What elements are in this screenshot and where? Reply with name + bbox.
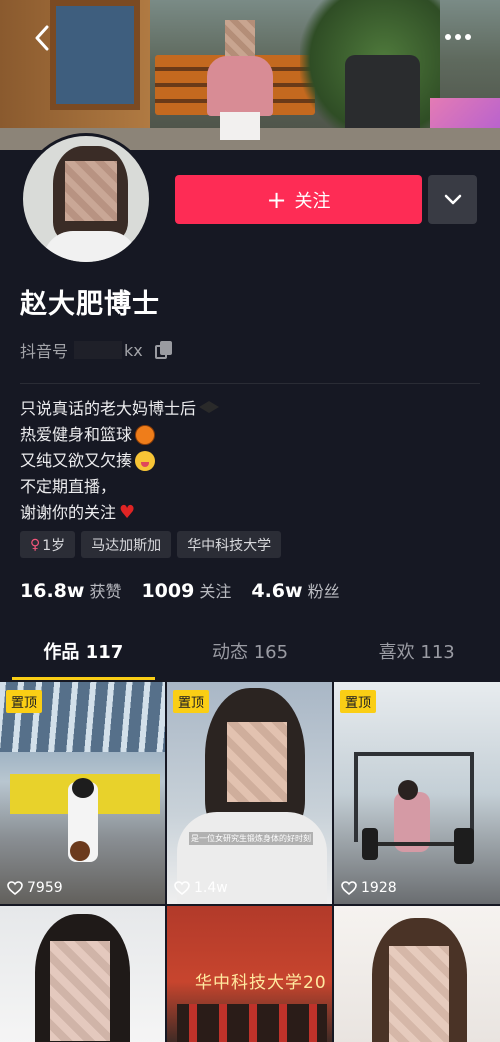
video-thumbnail[interactable]: 置顶 1928 — [334, 682, 500, 904]
tag-location-label: 马达加斯加 — [91, 537, 162, 554]
tag-gender-age: ♀ 1岁 — [20, 531, 76, 558]
cover-shop-door — [50, 0, 140, 110]
video-grid: 置顶 7959 是一位女研究生锻炼身体的好时刻 置顶 1.4w 置顶 1928 — [0, 682, 500, 1042]
thumbnail-blurred-face — [50, 941, 110, 1041]
video-caption: 是一位女研究生锻炼身体的好时刻 — [189, 832, 313, 845]
follow-button[interactable]: + 关注 — [175, 175, 422, 224]
thumbnail-blurred-face — [389, 946, 449, 1042]
chevron-left-icon — [35, 25, 49, 51]
douyin-id: 抖音号 kx — [20, 338, 173, 362]
stat-likes-number: 16.8w — [20, 580, 85, 602]
content-tabs: 作品 117 动态 165 喜欢 113 — [0, 622, 500, 680]
heart-icon: ♥ — [119, 502, 136, 523]
avatar[interactable] — [20, 133, 152, 265]
pinned-badge: 置顶 — [340, 690, 377, 713]
graduation-cap-icon — [199, 401, 220, 413]
bio-line: 又纯又欲又欠揍 — [20, 448, 219, 474]
avatar-coat — [43, 231, 138, 262]
thumbnail-plate — [362, 828, 378, 860]
copy-icon[interactable] — [154, 341, 173, 359]
stat-following-label: 关注 — [199, 582, 232, 601]
yum-face-icon — [135, 451, 156, 471]
tag-school[interactable]: 华中科技大学 — [177, 531, 282, 558]
tag-age-label: 1岁 — [42, 537, 66, 554]
divider — [20, 383, 480, 384]
more-button[interactable] — [438, 22, 478, 52]
thumbnail-crowd — [177, 1004, 327, 1042]
more-dots-icon — [445, 34, 471, 40]
bio-text: 只说真话的老大妈博士后 — [20, 399, 197, 418]
stat-following[interactable]: 1009 关注 — [141, 578, 231, 602]
bio-text: 又纯又欲又欠揍 — [20, 451, 133, 470]
cover-chair — [345, 55, 420, 135]
video-like-count: 1.4w — [174, 880, 228, 896]
video-like-count: 1928 — [341, 880, 397, 896]
bio-line: 谢谢你的关注 ♥ — [20, 500, 219, 526]
follow-button-label: 关注 — [294, 190, 331, 212]
heart-outline-icon — [174, 881, 190, 895]
like-count-text: 1928 — [361, 880, 397, 896]
stat-followers[interactable]: 4.6w 粉丝 — [251, 578, 339, 602]
bio-text: 不定期直播， — [20, 477, 117, 496]
video-thumbnail[interactable] — [0, 906, 165, 1042]
video-thumbnail[interactable]: 是一位女研究生锻炼身体的好时刻 置顶 1.4w — [167, 682, 332, 904]
tag-school-label: 华中科技大学 — [187, 537, 272, 554]
plus-icon: + — [266, 185, 287, 214]
thumbnail-player-head — [72, 778, 94, 798]
stat-followers-number: 4.6w — [251, 580, 303, 602]
stat-followers-label: 粉丝 — [307, 582, 340, 601]
thumbnail-plate — [454, 828, 474, 864]
tab-activity[interactable]: 动态 165 — [167, 622, 334, 680]
douyin-id-blurred — [74, 341, 123, 359]
video-like-count: 7959 — [7, 880, 63, 896]
bio-line: 只说真话的老大妈博士后 — [20, 396, 220, 422]
pinned-badge: 置顶 — [6, 690, 43, 713]
heart-outline-icon — [341, 881, 357, 895]
bio-text: 谢谢你的关注 — [20, 503, 117, 522]
stat-likes-label: 获赞 — [89, 582, 122, 601]
thumbnail-banner-text: 华中科技大学20 — [195, 973, 327, 993]
female-person-icon: ♀ — [30, 536, 41, 553]
video-thumbnail[interactable]: 华中科技大学20 — [167, 906, 332, 1042]
cover-person — [195, 20, 285, 140]
video-thumbnail[interactable] — [334, 906, 500, 1042]
cover-photo — [0, 0, 500, 150]
douyin-id-label: 抖音号 — [20, 342, 69, 361]
video-thumbnail[interactable]: 置顶 7959 — [0, 682, 165, 904]
thumbnail-basketball — [70, 841, 90, 861]
bio-text: 热爱健身和篮球 — [20, 425, 133, 444]
recommend-dropdown-button[interactable] — [428, 175, 477, 224]
bio: 只说真话的老大妈博士后 热爱健身和篮球 又纯又欲又欠揍 不定期直播， 谢谢你的关… — [20, 396, 220, 526]
like-count-text: 1.4w — [194, 880, 228, 896]
tab-likes[interactable]: 喜欢 113 — [333, 622, 500, 680]
douyin-id-value: kx — [124, 340, 143, 360]
cover-person-blurred-face — [225, 20, 255, 58]
like-count-text: 7959 — [27, 880, 63, 896]
profile-tags: ♀ 1岁 马达加斯加 华中科技大学 — [20, 531, 282, 558]
stat-following-number: 1009 — [141, 580, 195, 602]
chevron-down-icon — [444, 194, 461, 204]
avatar-blurred-face — [65, 161, 117, 221]
profile-name: 赵大肥博士 — [20, 289, 160, 320]
thumbnail-blurred-face — [227, 722, 287, 802]
cover-person-dress — [207, 56, 273, 116]
bio-line: 不定期直播， — [20, 474, 219, 500]
cover-person-legs — [220, 112, 260, 140]
heart-outline-icon — [7, 881, 23, 895]
basketball-icon — [135, 425, 156, 445]
tab-works[interactable]: 作品 117 — [0, 622, 167, 680]
thumbnail-person-head — [398, 780, 418, 800]
stat-likes[interactable]: 16.8w 获赞 — [20, 578, 121, 602]
back-button[interactable] — [22, 18, 62, 58]
tag-location[interactable]: 马达加斯加 — [81, 531, 172, 558]
pinned-badge: 置顶 — [173, 690, 210, 713]
profile-stats: 16.8w 获赞 1009 关注 4.6w 粉丝 — [20, 578, 360, 602]
bio-line: 热爱健身和篮球 — [20, 422, 219, 448]
